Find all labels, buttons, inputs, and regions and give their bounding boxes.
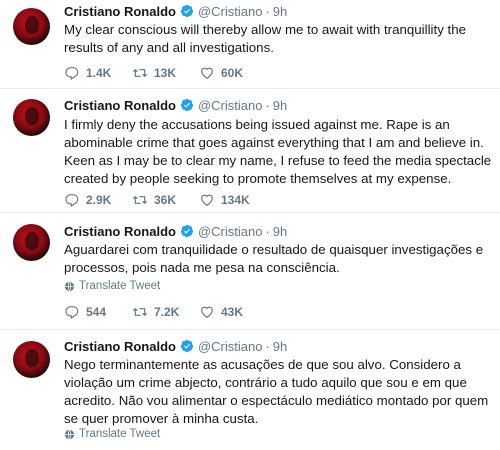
author-handle[interactable]: @Cristiano <box>198 98 263 113</box>
tweet-time[interactable]: 9h <box>273 98 287 113</box>
like-button[interactable]: 43K <box>199 304 267 320</box>
tweet[interactable]: Cristiano Ronaldo @Cristiano · 9h Aguard… <box>0 213 500 330</box>
tweet-header: Cristiano Ronaldo @Cristiano · 9h <box>64 223 287 239</box>
retweet-count: 7.2K <box>154 305 180 319</box>
verified-badge-icon <box>180 224 194 238</box>
like-button[interactable]: 134K <box>199 192 267 208</box>
verified-badge-icon <box>180 4 194 18</box>
separator-dot: · <box>265 223 270 239</box>
heart-icon <box>201 194 213 207</box>
tweet-text: Aguardarei com tranquilidade o resultado… <box>64 242 484 275</box>
author-handle[interactable]: @Cristiano <box>198 339 263 354</box>
tweet-feed: Cristiano Ronaldo @Cristiano · 9h My cle… <box>0 0 500 450</box>
tweet-actions: 544 7.2K 43K <box>64 304 267 320</box>
retweet-button[interactable]: 13K <box>132 65 199 81</box>
verified-badge-icon <box>180 98 194 112</box>
author-name[interactable]: Cristiano Ronaldo <box>64 339 176 354</box>
avatar[interactable] <box>13 224 50 261</box>
tweet-time[interactable]: 9h <box>273 339 287 354</box>
tweet-text: My clear conscious will thereby allow me… <box>64 22 467 55</box>
tweet-time[interactable]: 9h <box>273 224 287 239</box>
separator-dot: · <box>265 338 270 354</box>
reply-button[interactable]: 1.4K <box>64 65 132 81</box>
author-name[interactable]: Cristiano Ronaldo <box>64 4 176 19</box>
retweet-count: 36K <box>154 193 177 207</box>
tweet-header: Cristiano Ronaldo @Cristiano · 9h <box>64 97 287 113</box>
tweet-actions: 2.9K 36K 134K <box>64 192 267 208</box>
separator-dot: · <box>265 3 270 19</box>
like-button[interactable]: 60K <box>199 65 267 81</box>
retweet-icon <box>132 68 148 78</box>
retweet-icon <box>132 307 148 317</box>
retweet-button[interactable]: 36K <box>132 192 199 208</box>
retweet-count: 13K <box>154 66 177 80</box>
reply-button[interactable]: 2.9K <box>64 192 132 208</box>
separator-dot: · <box>265 97 270 113</box>
avatar[interactable] <box>13 341 50 378</box>
tweet[interactable]: Cristiano Ronaldo @Cristiano · 9h Nego t… <box>0 330 500 450</box>
reply-icon <box>65 306 79 320</box>
reply-count: 544 <box>86 305 107 319</box>
reply-count: 2.9K <box>86 193 112 207</box>
reply-button[interactable]: 544 <box>64 304 132 320</box>
author-handle[interactable]: @Cristiano <box>198 4 263 19</box>
avatar[interactable] <box>13 99 50 136</box>
globe-icon <box>64 281 75 291</box>
retweet-icon <box>132 195 148 205</box>
globe-icon <box>64 429 75 439</box>
author-handle[interactable]: @Cristiano <box>198 224 263 239</box>
like-count: 43K <box>221 305 244 319</box>
translate-label: Translate Tweet <box>79 428 161 440</box>
reply-icon <box>65 67 79 81</box>
tweet[interactable]: Cristiano Ronaldo @Cristiano · 9h My cle… <box>0 0 500 89</box>
reply-icon <box>65 194 79 208</box>
reply-count: 1.4K <box>86 66 112 80</box>
heart-icon <box>201 67 213 80</box>
avatar[interactable] <box>13 8 50 45</box>
tweet[interactable]: Cristiano Ronaldo @Cristiano · 9h I firm… <box>0 89 500 213</box>
tweet-text: I firmly deny the accusations being issu… <box>64 117 492 186</box>
like-count: 134K <box>221 193 250 207</box>
translate-tweet-link[interactable]: Translate Tweet <box>64 280 160 292</box>
like-count: 60K <box>221 66 244 80</box>
verified-badge-icon <box>180 339 194 353</box>
author-name[interactable]: Cristiano Ronaldo <box>64 98 176 113</box>
tweet-text: Nego terminantemente as acusações de que… <box>64 357 489 426</box>
retweet-button[interactable]: 7.2K <box>132 304 199 320</box>
translate-label: Translate Tweet <box>79 280 161 292</box>
heart-icon <box>201 306 213 319</box>
tweet-time[interactable]: 9h <box>273 4 287 19</box>
translate-tweet-link[interactable]: Translate Tweet <box>64 428 160 440</box>
tweet-header: Cristiano Ronaldo @Cristiano · 9h <box>64 338 287 354</box>
tweet-header: Cristiano Ronaldo @Cristiano · 9h <box>64 3 287 19</box>
author-name[interactable]: Cristiano Ronaldo <box>64 224 176 239</box>
tweet-actions: 1.4K 13K 60K <box>64 65 267 81</box>
